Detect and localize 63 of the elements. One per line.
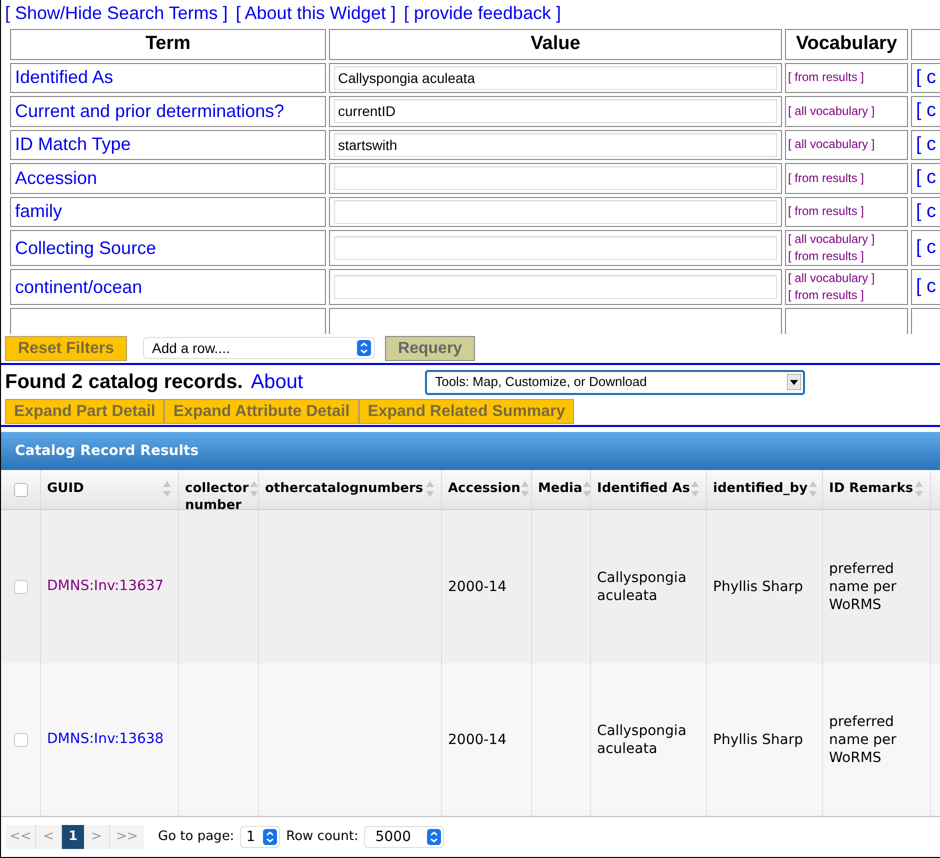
column-header[interactable]: Accession	[448, 480, 520, 497]
table-cell: Phyllis Sharp	[713, 578, 803, 596]
sort-icon	[162, 480, 172, 498]
term-link[interactable]: Accession	[15, 168, 98, 188]
row-checkbox[interactable]	[14, 580, 28, 594]
column-header[interactable]: identified_by	[713, 480, 808, 497]
tools-select[interactable]: Tools: Map, Customize, or Download	[425, 370, 806, 394]
column-header[interactable]: GUID	[47, 480, 84, 497]
vocabulary-link[interactable]: [ from results ]	[788, 288, 864, 302]
dropdown-icon	[787, 374, 802, 390]
column-header: Value	[329, 29, 782, 60]
add-row-select[interactable]: Add a row....	[143, 337, 376, 359]
vocabulary-link[interactable]: [ from results ]	[788, 249, 864, 263]
value-field[interactable]	[334, 236, 777, 260]
top-link[interactable]: [ Show/Hide Search Terms ]	[5, 2, 228, 24]
stepper-icon	[263, 829, 278, 845]
about-link[interactable]: About	[250, 367, 304, 397]
column-header[interactable]: othercatalognumbers	[265, 480, 424, 497]
value-field[interactable]: Callyspongia aculeata	[334, 66, 777, 90]
vocabulary-link[interactable]: [ all vocabulary ]	[788, 232, 875, 246]
page-button[interactable]: 1	[62, 825, 84, 849]
select-all-checkbox[interactable]	[14, 482, 28, 496]
sort-icon	[248, 480, 259, 498]
column-header[interactable]: Identified As	[597, 480, 690, 497]
table-cell-text: Callyspongia aculeata	[597, 722, 688, 758]
table-cell: Phyllis Sharp	[713, 730, 803, 748]
row-count-label: Row count:	[286, 828, 358, 846]
go-to-page-label: Go to page:	[158, 828, 234, 846]
top-link[interactable]: [ provide feedback ]	[404, 2, 561, 24]
value-field[interactable]	[334, 275, 777, 299]
requery-button[interactable]: Requery	[385, 336, 476, 360]
table-cell-text: Callyspongia aculeata	[597, 568, 688, 604]
found-text: Found 2 catalog records.	[5, 370, 243, 395]
page-select[interactable]: 1	[240, 826, 280, 848]
column-header[interactable]: ID Remarks	[829, 480, 914, 497]
table-cell: 2000-14	[448, 578, 506, 596]
term-link[interactable]: family	[15, 201, 62, 222]
column-header: Vocabulary	[785, 29, 908, 60]
value-field[interactable]	[334, 166, 777, 190]
table-cell: 2000-14	[448, 730, 506, 748]
column-header: Term	[10, 29, 326, 60]
stepper-icon	[357, 340, 372, 356]
table-cell-text: preferred name per WoRMS	[829, 560, 898, 614]
guid-link[interactable]: DMNS:Inv:13637	[47, 576, 164, 597]
sort-icon	[808, 480, 818, 498]
value-field[interactable]: startswith	[334, 132, 777, 157]
sort-icon	[425, 480, 435, 498]
sort-icon	[690, 480, 700, 498]
sort-icon	[914, 480, 924, 498]
value-field[interactable]	[334, 200, 777, 224]
sort-icon	[520, 480, 530, 498]
value-field[interactable]: currentID	[334, 99, 777, 124]
row-checkbox[interactable]	[14, 732, 28, 746]
sort-icon	[582, 480, 592, 498]
stepper-icon	[427, 829, 441, 845]
table-cell-text: preferred name per WoRMS	[829, 712, 898, 766]
column-header[interactable]: Media	[538, 480, 582, 497]
vocabulary-link[interactable]: [ all vocabulary ]	[788, 271, 875, 285]
column-header[interactable]: collector number	[185, 480, 249, 514]
results-title-bar: Catalog Record Results	[1, 432, 940, 470]
row-count-select[interactable]: 5000	[364, 826, 444, 848]
top-link[interactable]: [ About this Widget ]	[236, 2, 396, 24]
guid-link[interactable]: DMNS:Inv:13638	[47, 729, 164, 750]
